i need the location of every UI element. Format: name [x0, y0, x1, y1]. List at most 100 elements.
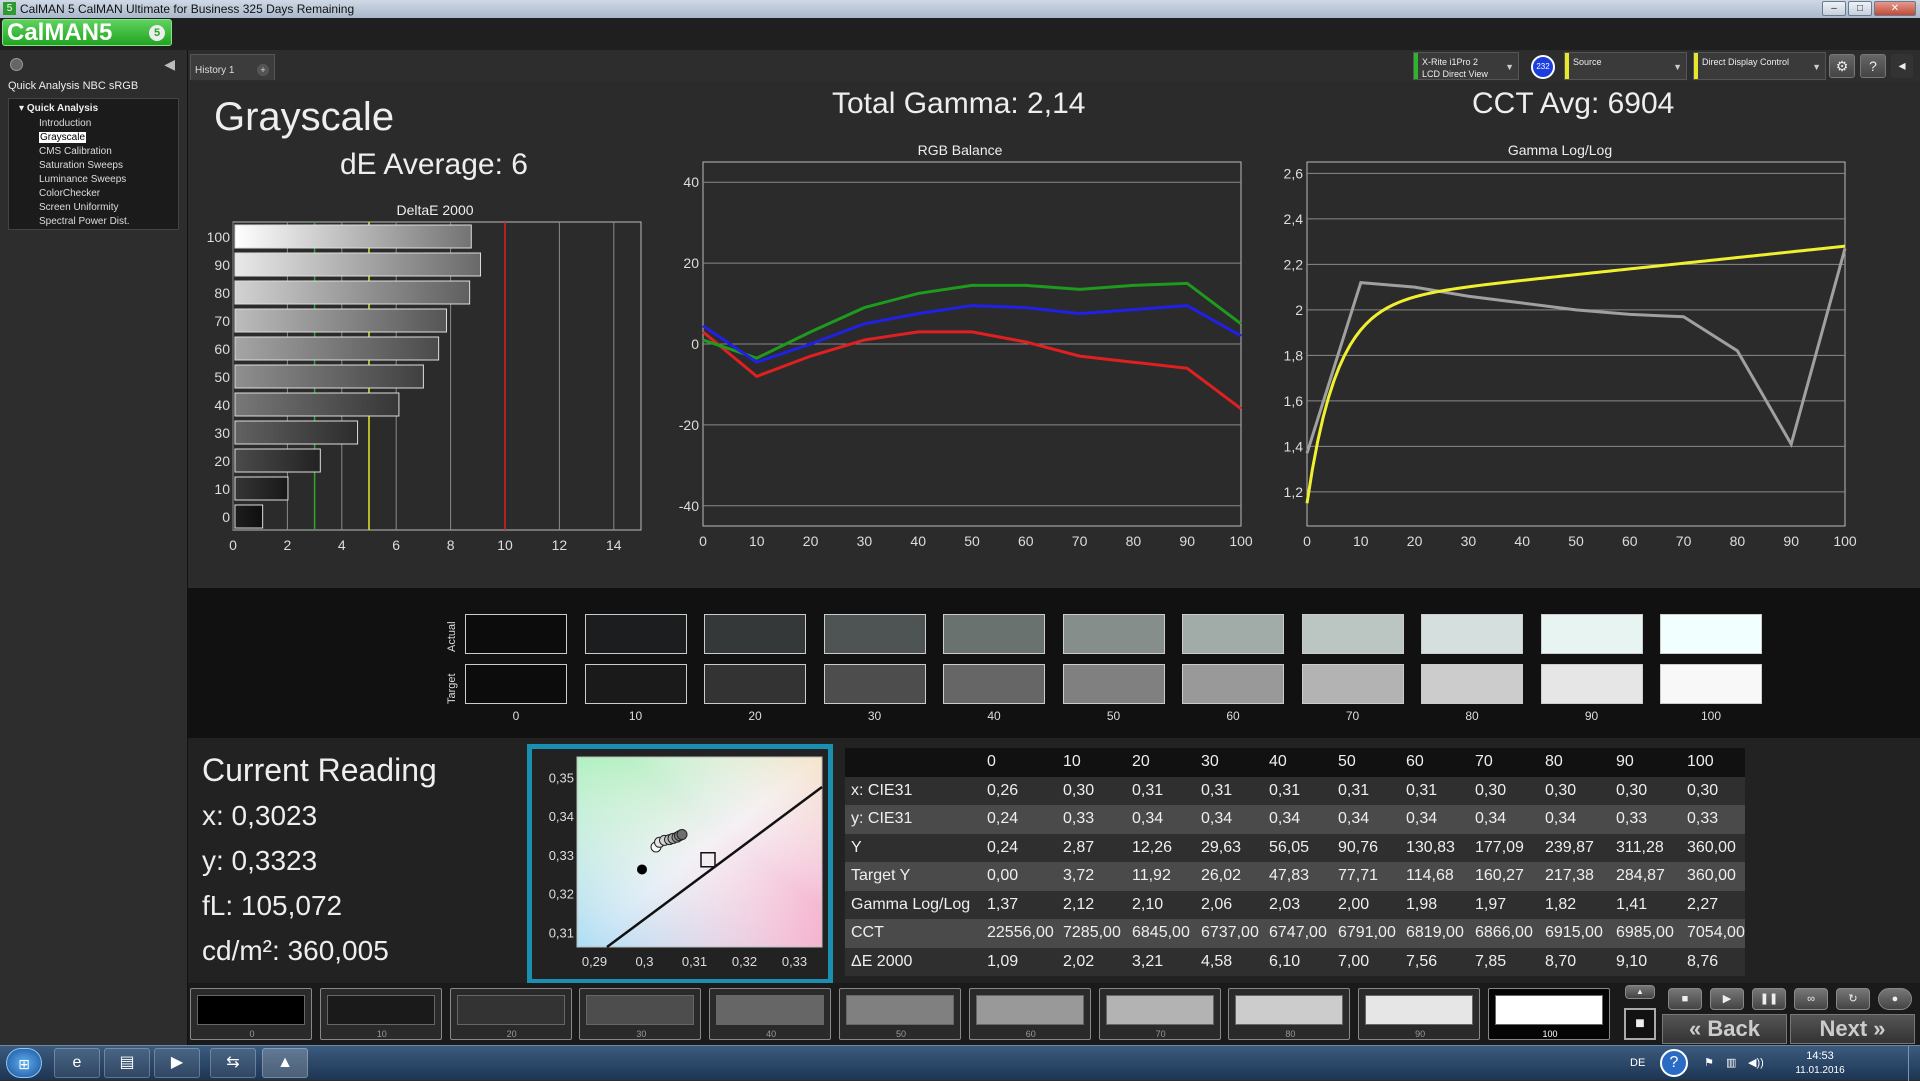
source-selector[interactable]: Source ▼ — [1564, 52, 1687, 80]
eject-icon[interactable]: ▲ — [1625, 985, 1655, 999]
target-swatch — [584, 664, 687, 704]
patch-button[interactable]: 20 — [449, 988, 572, 1040]
patch-button[interactable]: 40 — [709, 988, 832, 1040]
clock-time[interactable]: 14:53 — [1780, 1050, 1860, 1062]
patch-button[interactable]: 60 — [968, 988, 1091, 1040]
patch-button[interactable]: 30 — [579, 988, 702, 1040]
table-header-cell: 50 — [1338, 753, 1356, 770]
tree-item-grayscale[interactable]: Grayscale — [9, 131, 178, 145]
row-label: ΔE 2000 — [851, 952, 913, 970]
back-chevron-icon: « — [1689, 1016, 1702, 1041]
next-button[interactable]: Next » — [1790, 1014, 1915, 1044]
help-tray-icon[interactable]: ? — [1660, 1049, 1688, 1077]
start-button[interactable]: ⊞ — [6, 1048, 42, 1078]
table-header-cell: 20 — [1132, 753, 1150, 770]
table-cell: 0,33 — [1616, 810, 1648, 827]
display-selector[interactable]: Direct Display Control ▼ — [1693, 52, 1826, 80]
calman-logo[interactable]: CalMAN5 5 — [2, 19, 172, 46]
meter-status-badge[interactable]: 232 — [1531, 55, 1555, 79]
table-cell: 0,26 — [987, 781, 1019, 799]
teamviewer-icon[interactable]: ⇆ — [210, 1048, 256, 1078]
table-cell: 0,24 — [987, 810, 1019, 827]
table-cell: 12,26 — [1132, 838, 1173, 856]
patch-button[interactable]: 70 — [1098, 988, 1221, 1040]
logo-badge: 5 — [149, 25, 165, 41]
actual-swatch — [704, 614, 806, 654]
play-icon[interactable]: ▶ — [1710, 988, 1744, 1010]
record-icon[interactable]: ● — [1878, 988, 1912, 1010]
gear-icon[interactable]: ⚙ — [1829, 54, 1855, 78]
calman-icon[interactable]: ▲ — [262, 1048, 308, 1078]
collapse-arrow-icon[interactable]: ◀ — [164, 56, 175, 73]
table-cell: 1,09 — [987, 952, 1019, 970]
x-tick-label: 14 — [606, 537, 622, 553]
loop-icon[interactable]: ∞ — [1794, 988, 1828, 1010]
tree-item-introduction[interactable]: Introduction — [9, 117, 178, 131]
more-icon[interactable]: ◂ — [1891, 54, 1913, 78]
tree-item-screen-uniformity[interactable]: Screen Uniformity — [9, 201, 178, 215]
explorer-icon[interactable]: ▤ — [104, 1048, 150, 1078]
table-cell: 22556,00 — [987, 924, 1054, 941]
clock-date[interactable]: 11.01.2016 — [1780, 1065, 1860, 1076]
table-header-cell: 0 — [987, 753, 996, 770]
patch-button[interactable]: 50 — [839, 988, 961, 1040]
tab-history-1[interactable]: History 1 + — [190, 54, 275, 80]
swatch-label: 100 — [1700, 709, 1722, 723]
table-cell: 2,27 — [1687, 895, 1719, 913]
meter-selector[interactable]: X-Rite i1Pro 2 LCD Direct View ▼ — [1413, 52, 1519, 80]
table-cell: 0,31 — [1132, 781, 1164, 799]
table-cell: 6819,00 — [1406, 924, 1464, 941]
y-tick-label: 2 — [1295, 302, 1303, 318]
table-header-cell: 70 — [1475, 753, 1493, 770]
back-button[interactable]: « Back — [1662, 1014, 1787, 1044]
language-indicator[interactable]: DE — [1630, 1057, 1645, 1069]
table-row: x: CIE31 0,26 0,30 0,31 0,31 0,31 0,31 0,31 0,30… — [845, 776, 1745, 805]
patch-button[interactable]: 100 — [1488, 988, 1610, 1040]
help-icon[interactable]: ? — [1860, 54, 1886, 78]
y-tick-label: -20 — [679, 417, 699, 433]
patch-button[interactable]: 0 — [190, 988, 312, 1040]
action-center-icon[interactable]: ⚑ — [1704, 1056, 1714, 1069]
patch-button[interactable]: 80 — [1228, 988, 1351, 1040]
tree-item-cms-calibration[interactable]: CMS Calibration — [9, 145, 178, 159]
table-cell: 0,31 — [1269, 781, 1301, 799]
table-cell: 4,58 — [1201, 952, 1233, 970]
media-player-icon[interactable]: ▶ — [154, 1048, 200, 1078]
patch-label: 20 — [506, 1029, 517, 1039]
tree-item-colorchecker[interactable]: ColorChecker — [9, 187, 178, 201]
stop-icon[interactable]: ■ — [1668, 988, 1702, 1010]
pause-icon[interactable]: ❚❚ — [1752, 988, 1786, 1010]
volume-icon[interactable]: ◀)) — [1748, 1056, 1764, 1069]
minimize-button[interactable]: – — [1822, 1, 1846, 16]
patch-button[interactable]: 10 — [319, 988, 442, 1040]
meter-name: X-Rite i1Pro 2 — [1422, 57, 1479, 67]
chevron-down-icon: ▼ — [1812, 62, 1821, 72]
x-tick-label: 2 — [284, 537, 292, 553]
chevron-down-icon: ▼ — [1505, 62, 1514, 72]
stop-square-icon[interactable]: ■ — [1624, 1008, 1656, 1040]
cie-overlay — [576, 756, 823, 948]
add-tab-icon[interactable]: + — [257, 64, 269, 76]
y-tick-label: 2,2 — [1284, 256, 1304, 272]
show-desktop-button[interactable] — [1908, 1046, 1918, 1081]
internet-explorer-icon[interactable]: e — [54, 1048, 100, 1078]
refresh-icon[interactable]: ↻ — [1836, 988, 1870, 1010]
deltae-bar — [234, 392, 400, 417]
pin-icon[interactable] — [10, 58, 23, 71]
network-icon[interactable]: ▥ — [1726, 1056, 1736, 1069]
table-header-cell: 90 — [1616, 753, 1634, 770]
row-label: CCT — [851, 924, 884, 941]
tree-group-quick-analysis[interactable]: ▾ Quick Analysis — [9, 103, 178, 117]
system-tray: DE ? ⚑ ▥ ◀)) 14:53 11.01.2016 — [1630, 1046, 1920, 1081]
close-button[interactable]: ✕ — [1874, 1, 1916, 16]
tree-item-spectral-power-dist[interactable]: Spectral Power Dist. — [9, 215, 178, 229]
maximize-button[interactable]: □ — [1848, 1, 1872, 16]
table-header-row: 0 10 20 30 40 50 60 70 80 90 100 — [845, 748, 1745, 777]
tree-item-saturation-sweeps[interactable]: Saturation Sweeps — [9, 159, 178, 173]
app-icon: 5 — [3, 2, 16, 15]
tree-item-luminance-sweeps[interactable]: Luminance Sweeps — [9, 173, 178, 187]
patch-button[interactable]: 90 — [1358, 988, 1481, 1040]
reading-title: Current Reading — [202, 752, 437, 788]
y-tick-label: 60 — [214, 341, 230, 357]
deltae-bar — [234, 224, 472, 249]
